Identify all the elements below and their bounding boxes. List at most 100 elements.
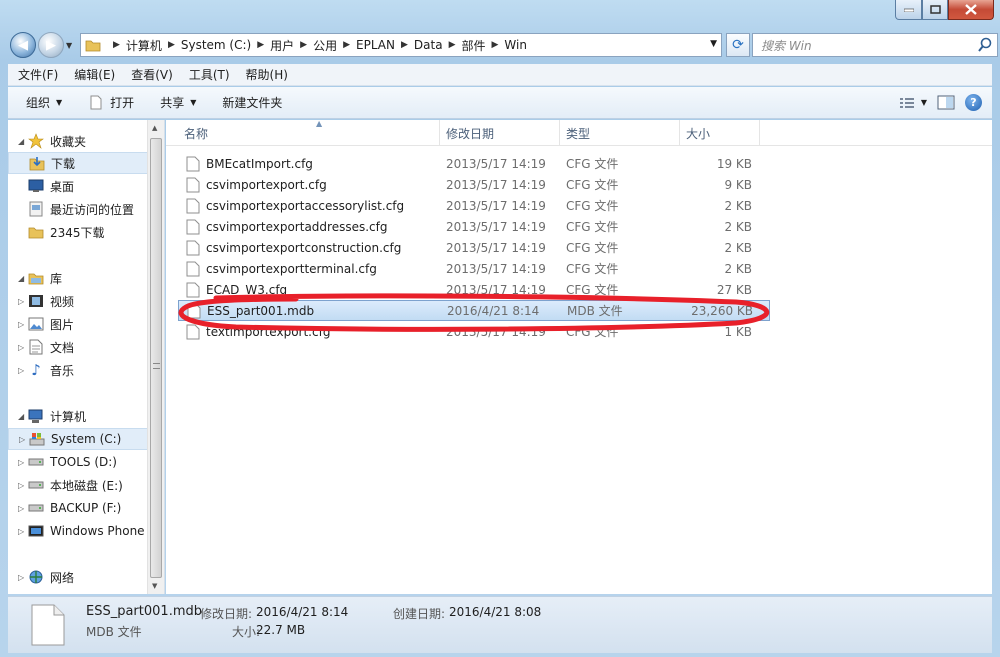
file-name: ESS_part001.mdb bbox=[207, 303, 315, 318]
view-options-button[interactable]: ▼ bbox=[899, 97, 927, 109]
share-button[interactable]: 共享 ▼ bbox=[160, 94, 196, 111]
expand-icon[interactable]: ▷ bbox=[18, 573, 28, 582]
organize-button[interactable]: 组织 ▼ bbox=[26, 94, 62, 111]
menu-edit[interactable]: 编辑(E) bbox=[74, 66, 115, 83]
breadcrumb-separator[interactable]: ▶ bbox=[113, 40, 120, 50]
expand-icon[interactable]: ▷ bbox=[18, 320, 28, 329]
back-button[interactable]: ◀ bbox=[10, 32, 36, 58]
menu-tools[interactable]: 工具(T) bbox=[189, 66, 230, 83]
nav-recent[interactable]: 最近访问的位置 bbox=[8, 198, 148, 220]
minimize-button[interactable] bbox=[895, 0, 922, 20]
expand-icon[interactable]: ▷ bbox=[18, 504, 28, 513]
column-type[interactable]: 类型 bbox=[560, 120, 680, 146]
nav-favorites[interactable]: ◢ 收藏夹 bbox=[8, 130, 148, 152]
preview-pane-icon[interactable] bbox=[937, 95, 955, 110]
nav-drive-c[interactable]: ▷ System (C:) bbox=[8, 428, 148, 450]
file-row[interactable]: csvimportexportconstruction.cfg 2013/5/1… bbox=[178, 237, 770, 258]
breadcrumb-item[interactable]: System (C:) bbox=[181, 38, 251, 52]
breadcrumb-item[interactable]: 公用 bbox=[313, 37, 337, 54]
nav-desktop[interactable]: 桌面 bbox=[8, 175, 148, 197]
expand-icon[interactable]: ▷ bbox=[18, 481, 28, 490]
nav-label: 视频 bbox=[50, 294, 75, 309]
help-icon[interactable]: ? bbox=[965, 94, 982, 111]
menu-view[interactable]: 查看(V) bbox=[131, 66, 173, 83]
nav-windows-phone[interactable]: ▷ Windows Phone bbox=[8, 520, 148, 542]
nav-scrollbar[interactable]: ▲ ▼ bbox=[147, 120, 164, 594]
recent-places-icon bbox=[28, 201, 44, 217]
downloads-folder-icon bbox=[29, 155, 45, 171]
file-size: 27 KB bbox=[716, 282, 752, 297]
expand-icon[interactable]: ▷ bbox=[19, 435, 29, 444]
breadcrumb-separator[interactable]: ▶ bbox=[492, 40, 499, 50]
file-row[interactable]: csvimportexportaccessorylist.cfg 2013/5/… bbox=[178, 195, 770, 216]
expand-icon[interactable]: ▷ bbox=[18, 527, 28, 536]
nav-computer[interactable]: ◢ 计算机 bbox=[8, 405, 148, 427]
search-icon[interactable] bbox=[977, 37, 993, 53]
collapse-icon[interactable]: ◢ bbox=[18, 137, 28, 146]
collapse-icon[interactable]: ◢ bbox=[18, 412, 28, 421]
history-dropdown-button[interactable]: ▼ bbox=[66, 41, 72, 50]
maximize-button[interactable] bbox=[922, 0, 948, 20]
column-date[interactable]: 修改日期 bbox=[440, 120, 560, 146]
scrollbar-thumb[interactable] bbox=[150, 138, 162, 578]
menu-file[interactable]: 文件(F) bbox=[18, 66, 58, 83]
file-row[interactable]: BMEcatImport.cfg 2013/5/17 14:19 CFG 文件 … bbox=[178, 153, 770, 174]
nav-label: 图片 bbox=[50, 317, 75, 332]
breadcrumb-separator[interactable]: ▶ bbox=[168, 40, 175, 50]
forward-button[interactable]: ▶ bbox=[38, 32, 64, 58]
expand-icon[interactable]: ▷ bbox=[18, 458, 28, 467]
breadcrumb-item[interactable]: Win bbox=[504, 38, 527, 52]
breadcrumb-item[interactable]: 计算机 bbox=[126, 37, 162, 54]
column-size[interactable]: 大小 bbox=[680, 120, 760, 146]
refresh-button[interactable]: ⟳ bbox=[726, 33, 750, 57]
nav-videos[interactable]: ▷ 视频 bbox=[8, 290, 148, 312]
file-row[interactable]: csvimportexportterminal.cfg 2013/5/17 14… bbox=[178, 258, 770, 279]
nav-documents[interactable]: ▷ 文档 bbox=[8, 336, 148, 358]
column-label: 类型 bbox=[566, 126, 591, 141]
expand-icon[interactable]: ▷ bbox=[18, 343, 28, 352]
column-name[interactable]: 名称 ▲ bbox=[178, 119, 440, 146]
file-row[interactable]: csvimportexportaddresses.cfg 2013/5/17 1… bbox=[178, 216, 770, 237]
new-folder-button[interactable]: 新建文件夹 bbox=[222, 94, 282, 111]
breadcrumb-separator[interactable]: ▶ bbox=[343, 40, 350, 50]
open-label: 打开 bbox=[110, 96, 135, 110]
address-dropdown-button[interactable]: ▼ bbox=[710, 39, 717, 49]
nav-libraries[interactable]: ◢ 库 bbox=[8, 267, 148, 289]
nav-drive-d[interactable]: ▷ TOOLS (D:) bbox=[8, 451, 148, 473]
close-button[interactable] bbox=[948, 0, 994, 20]
collapse-icon[interactable]: ◢ bbox=[18, 274, 28, 283]
scroll-up-icon[interactable]: ▲ bbox=[152, 124, 157, 132]
file-date: 2013/5/17 14:19 bbox=[446, 177, 546, 192]
nav-downloads[interactable]: 下载 bbox=[8, 152, 148, 174]
breadcrumb-item[interactable]: 部件 bbox=[461, 37, 485, 54]
file-icon bbox=[186, 282, 200, 297]
breadcrumb-separator[interactable]: ▶ bbox=[401, 40, 408, 50]
nav-2345-downloads[interactable]: 2345下载 bbox=[8, 221, 148, 243]
breadcrumb-separator[interactable]: ▶ bbox=[300, 40, 307, 50]
nav-network[interactable]: ▷ 网络 bbox=[8, 566, 148, 588]
nav-pictures[interactable]: ▷ 图片 bbox=[8, 313, 148, 335]
file-row[interactable]: textimportexport.cfg 2013/5/17 14:19 CFG… bbox=[178, 321, 770, 342]
nav-label: 库 bbox=[50, 271, 63, 286]
open-button[interactable]: 打开 bbox=[88, 94, 134, 111]
breadcrumb-separator[interactable]: ▶ bbox=[449, 40, 456, 50]
breadcrumb-item[interactable]: Data bbox=[414, 38, 443, 52]
file-name: csvimportexportterminal.cfg bbox=[206, 261, 377, 276]
address-bar[interactable]: ▶ 计算机 ▶ System (C:) ▶ 用户 ▶ 公用 ▶ EPLAN ▶ Data ▶… bbox=[80, 33, 722, 57]
file-row[interactable]: ECAD_W3.cfg 2013/5/17 14:19 CFG 文件 27 KB bbox=[178, 279, 770, 300]
details-size-value: 22.7 MB bbox=[256, 623, 306, 637]
breadcrumb-item[interactable]: EPLAN bbox=[356, 38, 395, 52]
expand-icon[interactable]: ▷ bbox=[18, 297, 28, 306]
expand-icon[interactable]: ▷ bbox=[18, 366, 28, 375]
file-row-selected[interactable]: ESS_part001.mdb 2016/4/21 8:14 MDB 文件 23… bbox=[178, 300, 770, 321]
breadcrumb-item[interactable]: 用户 bbox=[270, 37, 294, 54]
nav-music[interactable]: ▷ ♪ 音乐 bbox=[8, 359, 148, 381]
menu-help[interactable]: 帮助(H) bbox=[246, 66, 288, 83]
nav-drive-e[interactable]: ▷ 本地磁盘 (E:) bbox=[8, 474, 148, 496]
file-date: 2013/5/17 14:19 bbox=[446, 261, 546, 276]
file-row[interactable]: csvimportexport.cfg 2013/5/17 14:19 CFG … bbox=[178, 174, 770, 195]
scroll-down-icon[interactable]: ▼ bbox=[152, 582, 157, 590]
search-input[interactable]: 搜索 Win bbox=[752, 33, 998, 57]
nav-drive-f[interactable]: ▷ BACKUP (F:) bbox=[8, 497, 148, 519]
breadcrumb-separator[interactable]: ▶ bbox=[257, 40, 264, 50]
